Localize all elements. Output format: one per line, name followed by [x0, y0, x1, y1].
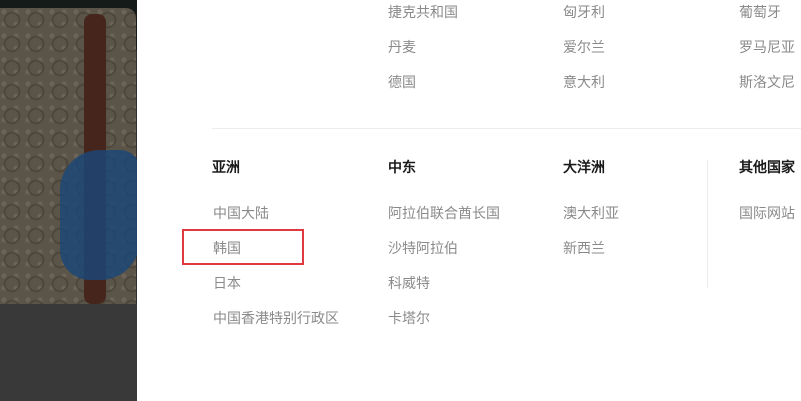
country-link[interactable]: 德国 [388, 73, 416, 93]
country-link-saudi-arabia[interactable]: 沙特阿拉伯 [388, 239, 458, 259]
column-divider [707, 160, 708, 288]
country-link[interactable]: 捷克共和国 [388, 3, 458, 23]
country-link-china-mainland[interactable]: 中国大陆 [213, 204, 269, 224]
country-link-japan[interactable]: 日本 [213, 274, 241, 294]
country-link[interactable]: 爱尔兰 [563, 38, 605, 58]
country-link[interactable]: 葡萄牙 [739, 3, 781, 23]
country-link[interactable]: 丹麦 [388, 38, 416, 58]
country-link[interactable]: 意大利 [563, 73, 605, 93]
country-link[interactable]: 斯洛文尼 [739, 73, 795, 93]
product-image-backdrop [0, 0, 137, 401]
country-link-hong-kong[interactable]: 中国香港特别行政区 [213, 309, 339, 329]
region-heading-middle-east: 中东 [388, 160, 416, 176]
country-link-qatar[interactable]: 卡塔尔 [388, 309, 430, 329]
section-divider [212, 128, 801, 129]
country-link[interactable]: 匈牙利 [563, 3, 605, 23]
region-heading-other: 其他国家 [739, 160, 795, 176]
overlay-shade [0, 0, 137, 401]
korea-highlight-box [182, 229, 304, 265]
country-link-new-zealand[interactable]: 新西兰 [563, 239, 605, 259]
country-selector-panel: 捷克共和国 丹麦 德国 匈牙利 爱尔兰 意大利 葡萄牙 罗马尼亚 斯洛文尼 亚洲… [137, 0, 801, 401]
region-heading-asia: 亚洲 [212, 160, 240, 176]
country-link-uae[interactable]: 阿拉伯联合酋长国 [388, 204, 500, 224]
international-site-link[interactable]: 国际网站 [739, 204, 795, 224]
country-link[interactable]: 罗马尼亚 [739, 38, 795, 58]
country-link-kuwait[interactable]: 科威特 [388, 274, 430, 294]
country-link-australia[interactable]: 澳大利亚 [563, 204, 619, 224]
region-heading-oceania: 大洋洲 [563, 160, 605, 176]
